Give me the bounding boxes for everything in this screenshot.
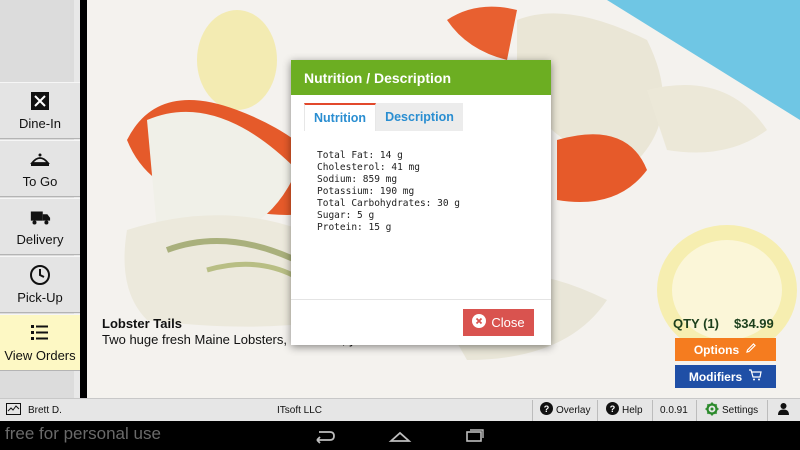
overlay-label: Overlay	[556, 404, 591, 416]
nutrition-facts: Total Fat: 14 g Cholesterol: 41 mg Sodiu…	[317, 150, 460, 234]
tab-description[interactable]: Description	[376, 103, 463, 131]
settings-label: Settings	[722, 404, 759, 416]
svg-text:?: ?	[544, 404, 550, 414]
divider	[696, 400, 697, 421]
clock-icon	[29, 264, 51, 286]
sidebar-item-label: Delivery	[16, 232, 64, 247]
sidebar-item-label: Pick-Up	[17, 290, 63, 305]
sidebar-item-pick-up[interactable]: Pick-Up	[0, 256, 80, 313]
tab-nutrition[interactable]: Nutrition	[304, 103, 377, 131]
company-name: ITsoft LLC	[277, 404, 323, 416]
close-icon	[472, 314, 487, 331]
version-label: 0.0.91	[660, 404, 688, 416]
divider	[532, 400, 533, 421]
nutrition-line: Total Carbohydrates: 30 g	[317, 198, 460, 209]
order-type-sidebar: Dine-In To Go Delivery Pick-Up View Orde…	[0, 0, 80, 398]
dialog-tabs: Nutrition Description	[304, 103, 463, 131]
divider	[597, 400, 598, 421]
nutrition-line: Protein: 15 g	[317, 222, 392, 233]
svg-text:?: ?	[610, 404, 616, 414]
watermark-text: free for personal use	[5, 424, 161, 443]
help-circle-icon: ?	[540, 402, 553, 418]
help-circle-icon: ?	[606, 402, 619, 418]
sidebar-item-delivery[interactable]: Delivery	[0, 198, 80, 255]
sidebar-item-dine-in[interactable]: Dine-In	[0, 82, 80, 139]
modifiers-label: Modifiers	[688, 369, 743, 384]
overlay-button[interactable]: ? Overlay	[540, 399, 590, 421]
close-button[interactable]: Close	[463, 309, 534, 336]
pencil-icon	[745, 342, 757, 357]
nutrition-line: Total Fat: 14 g	[317, 150, 403, 161]
modifiers-button[interactable]: Modifiers	[675, 365, 776, 388]
options-button[interactable]: Options	[675, 338, 776, 361]
recent-apps-icon[interactable]	[463, 428, 487, 444]
back-icon[interactable]	[313, 428, 337, 444]
divider	[767, 400, 768, 421]
options-label: Options	[693, 342, 740, 357]
price-label: $34.99	[734, 316, 774, 331]
delivery-icon	[29, 206, 51, 228]
to-go-icon	[29, 148, 51, 170]
sidebar-item-label: To Go	[22, 174, 58, 189]
nutrition-line: Potassium: 190 mg	[317, 186, 415, 197]
account-button[interactable]	[777, 399, 790, 421]
activity-icon	[6, 402, 21, 418]
cart-icon	[748, 369, 762, 384]
app-window: Dine-In To Go Delivery Pick-Up View Orde…	[0, 0, 800, 450]
list-icon	[29, 322, 51, 344]
divider	[652, 400, 653, 421]
help-button[interactable]: ? Help	[606, 399, 643, 421]
nutrition-line: Sodium: 859 mg	[317, 174, 398, 185]
nutrition-line: Cholesterol: 41 mg	[317, 162, 420, 173]
sidebar-item-label: View Orders	[4, 348, 76, 363]
home-icon[interactable]	[388, 428, 412, 444]
person-icon	[777, 402, 790, 418]
user-indicator[interactable]: Brett D.	[6, 399, 62, 421]
nutrition-dialog: Nutrition / Description Nutrition Descri…	[291, 60, 551, 345]
nutrition-line: Sugar: 5 g	[317, 210, 375, 221]
sidebar-item-to-go[interactable]: To Go	[0, 140, 80, 197]
help-label: Help	[622, 404, 643, 416]
sidebar-item-label: Dine-In	[19, 116, 61, 131]
quantity-label: QTY (1)	[673, 316, 719, 331]
status-bar: Brett D. ITsoft LLC ? Overlay ? Help 0.0…	[0, 398, 800, 421]
gear-icon	[705, 402, 719, 419]
sidebar-item-view-orders[interactable]: View Orders	[0, 314, 80, 371]
settings-button[interactable]: Settings	[705, 399, 758, 421]
user-name: Brett D.	[28, 404, 62, 416]
close-label: Close	[491, 315, 525, 330]
item-name: Lobster Tails	[102, 316, 182, 331]
dine-in-icon	[29, 90, 51, 112]
dialog-title: Nutrition / Description	[291, 60, 551, 95]
